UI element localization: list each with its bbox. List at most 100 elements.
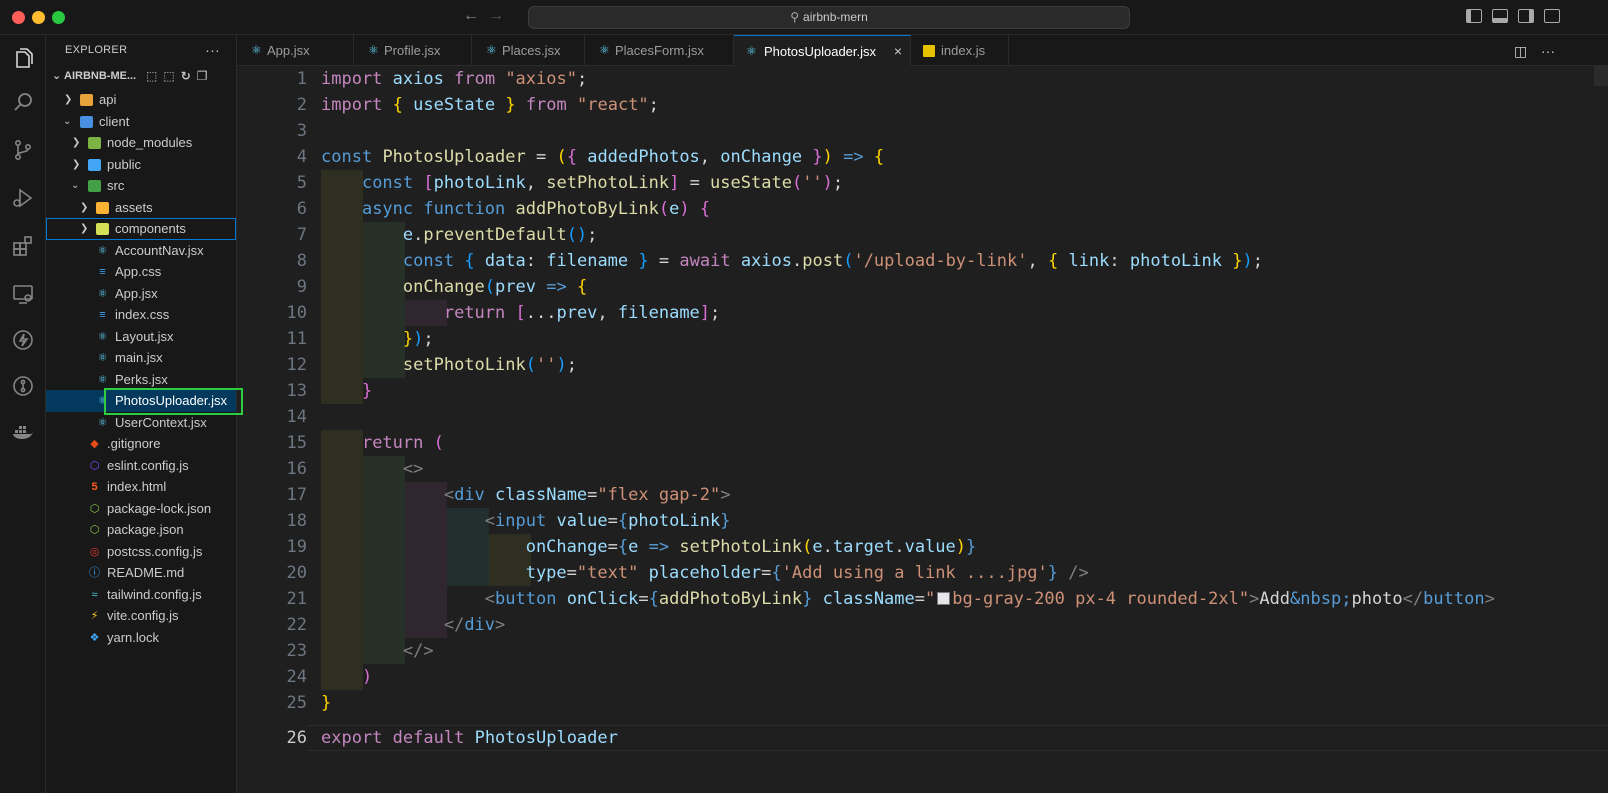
toggle-secondary-sidebar-icon[interactable] bbox=[1518, 9, 1534, 23]
close-window-button[interactable] bbox=[12, 11, 25, 24]
tree-item-gitignore[interactable]: ◆ .gitignore bbox=[46, 433, 236, 455]
explorer-header: EXPLORER ··· bbox=[46, 35, 236, 65]
tab-index-js[interactable]: index.js bbox=[911, 35, 1009, 66]
toggle-panel-icon[interactable] bbox=[1492, 9, 1508, 23]
selection-highlight-box bbox=[104, 388, 243, 415]
code-line-24: ) bbox=[361, 667, 373, 687]
run-debug-icon[interactable] bbox=[8, 183, 38, 213]
nodejs-icon: ⬡ bbox=[89, 502, 100, 515]
postcss-icon: ◎ bbox=[89, 545, 100, 558]
tab-profile-jsx[interactable]: ⚛ Profile.jsx bbox=[354, 35, 472, 66]
react-icon: ⚛ bbox=[368, 43, 379, 57]
folder-icon bbox=[96, 201, 109, 214]
tree-item-yarn-lock[interactable]: ❖ yarn.lock bbox=[46, 627, 236, 649]
tree-item-main[interactable]: ⚛ main.jsx bbox=[46, 347, 236, 369]
tree-item-client[interactable]: ⌄ client bbox=[46, 111, 236, 133]
docker-icon[interactable] bbox=[8, 417, 38, 447]
eslint-icon: ⬡ bbox=[89, 459, 100, 472]
source-control-icon[interactable] bbox=[8, 135, 38, 165]
code-line-11: }); bbox=[402, 329, 434, 349]
back-arrow-icon[interactable]: ← bbox=[463, 7, 479, 25]
tree-item-eslint-config[interactable]: ⬡ eslint.config.js bbox=[46, 455, 236, 477]
tree-item-package-lock[interactable]: ⬡ package-lock.json bbox=[46, 498, 236, 520]
code-line-19: onChange={e => setPhotoLink(e.target.val… bbox=[525, 537, 977, 557]
yarn-icon: ❖ bbox=[89, 631, 100, 644]
editor-tab-bar: ⚛ App.jsx ⚛ Profile.jsx ⚛ Places.jsx ⚛ P… bbox=[237, 35, 1608, 66]
chevron-right-icon: ❯ bbox=[80, 223, 89, 234]
maximize-window-button[interactable] bbox=[52, 11, 65, 24]
tree-item-index-html[interactable]: 5 index.html bbox=[46, 476, 236, 498]
refresh-icon[interactable]: ↻ bbox=[181, 69, 197, 83]
tree-item-api[interactable]: ❯ api bbox=[46, 89, 236, 111]
tree-item-app-css[interactable]: ≡ App.css bbox=[46, 261, 236, 283]
tree-item-vite-config[interactable]: ⚡ vite.config.js bbox=[46, 605, 236, 627]
tree-item-tailwind-config[interactable]: ≈ tailwind.config.js bbox=[46, 584, 236, 606]
forward-arrow-icon[interactable]: → bbox=[488, 7, 504, 25]
new-file-icon[interactable]: ⬚ bbox=[146, 69, 163, 83]
nodejs-icon: ⬡ bbox=[89, 524, 100, 536]
split-editor-icon[interactable]: ◫ bbox=[1514, 43, 1527, 60]
chevron-down-icon: ⌄ bbox=[71, 180, 80, 191]
chevron-right-icon: ❯ bbox=[72, 158, 81, 170]
react-icon: ⚛ bbox=[97, 287, 108, 300]
tree-item-assets[interactable]: ❯ assets bbox=[46, 197, 236, 219]
git-icon: ◆ bbox=[90, 438, 99, 450]
gitlens-icon[interactable] bbox=[8, 371, 38, 401]
chevron-right-icon: ❯ bbox=[80, 201, 89, 213]
tree-item-app-jsx[interactable]: ⚛ App.jsx bbox=[46, 283, 236, 305]
more-actions-icon[interactable]: ··· bbox=[1541, 43, 1555, 59]
chevron-down-icon: ⌄ bbox=[52, 70, 62, 82]
more-actions-icon[interactable]: ··· bbox=[205, 35, 220, 65]
thunder-client-icon[interactable] bbox=[8, 325, 38, 355]
code-editor[interactable]: 1 2 3 4 5 6 7 8 9 10 11 12 13 14 15 16 1… bbox=[237, 66, 1608, 793]
scrollbar[interactable] bbox=[1594, 66, 1608, 86]
tree-item-public[interactable]: ❯ public bbox=[46, 154, 236, 176]
code-line-18: <input value={photoLink} bbox=[484, 511, 731, 531]
code-line-23: </> bbox=[402, 641, 434, 661]
react-icon: ⚛ bbox=[97, 244, 108, 257]
activity-bar bbox=[0, 35, 46, 793]
project-header[interactable]: ⌄ AIRBNB-ME... ⬚⬚↻❐ bbox=[46, 65, 236, 87]
tree-item-node-modules[interactable]: ❯ node_modules bbox=[46, 132, 236, 154]
chevron-down-icon: ⌄ bbox=[63, 115, 72, 127]
tree-item-readme[interactable]: ⓘ README.md bbox=[46, 562, 236, 584]
html-icon: 5 bbox=[91, 481, 98, 493]
code-line-9: onChange(prev => { bbox=[402, 277, 588, 297]
tree-item-src[interactable]: ⌄ src bbox=[46, 175, 236, 197]
new-folder-icon[interactable]: ⬚ bbox=[163, 69, 180, 83]
remote-explorer-icon[interactable] bbox=[8, 279, 38, 309]
extensions-icon[interactable] bbox=[8, 231, 38, 261]
react-icon: ⚛ bbox=[97, 416, 108, 429]
tree-item-perks[interactable]: ⚛ Perks.jsx bbox=[46, 369, 236, 391]
tree-item-index-css[interactable]: ≡ index.css bbox=[46, 304, 236, 326]
react-icon: ⚛ bbox=[97, 352, 108, 364]
js-icon bbox=[923, 35, 935, 69]
tree-item-components[interactable]: ❯ components bbox=[46, 218, 236, 240]
search-icon[interactable] bbox=[8, 87, 38, 117]
files-icon[interactable] bbox=[8, 43, 38, 73]
folder-open-icon bbox=[88, 180, 101, 192]
react-icon: ⚛ bbox=[251, 43, 262, 57]
tab-app-jsx[interactable]: ⚛ App.jsx bbox=[237, 35, 354, 66]
code-line-26: export default PhotosUploader bbox=[321, 728, 618, 748]
folder-icon bbox=[88, 158, 101, 171]
command-center-search[interactable]: ⚲ airbnb-mern bbox=[528, 6, 1130, 29]
title-bar: ← → ⚲ airbnb-mern bbox=[0, 0, 1608, 35]
minimize-window-button[interactable] bbox=[32, 11, 45, 24]
tab-places-jsx[interactable]: ⚛ Places.jsx bbox=[472, 35, 585, 66]
tab-photosuploader-jsx[interactable]: ⚛ PhotosUploader.jsx × bbox=[734, 35, 911, 66]
tree-item-postcss-config[interactable]: ◎ postcss.config.js bbox=[46, 541, 236, 563]
close-tab-icon[interactable]: × bbox=[894, 36, 902, 67]
tree-item-layout[interactable]: ⚛ Layout.jsx bbox=[46, 326, 236, 348]
tree-item-accountnav[interactable]: ⚛ AccountNav.jsx bbox=[46, 240, 236, 262]
collapse-all-icon[interactable]: ❐ bbox=[197, 69, 214, 83]
chevron-right-icon: ❯ bbox=[64, 94, 73, 105]
tree-item-package-json[interactable]: ⬡ package.json bbox=[46, 519, 236, 541]
code-line-7: e.preventDefault(); bbox=[402, 225, 598, 245]
folder-icon bbox=[96, 223, 109, 235]
toggle-primary-sidebar-icon[interactable] bbox=[1466, 9, 1482, 23]
customize-layout-icon[interactable] bbox=[1544, 9, 1560, 23]
tab-placesform-jsx[interactable]: ⚛ PlacesForm.jsx bbox=[585, 35, 734, 66]
code-line-8: const { data: filename } = await axios.p… bbox=[402, 251, 1263, 271]
css-icon: ≡ bbox=[99, 309, 106, 321]
